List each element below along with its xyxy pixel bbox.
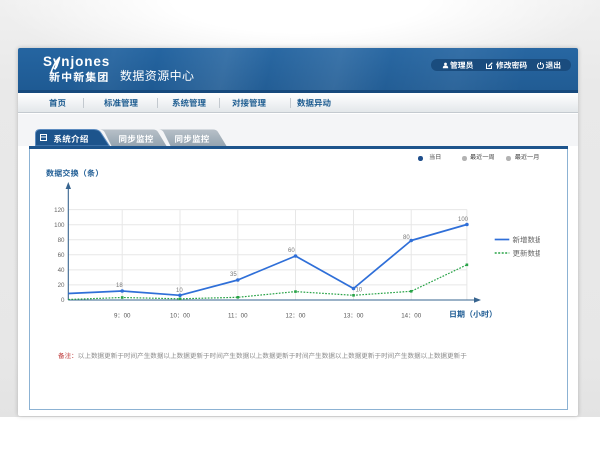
svg-text:新增数据: 新增数据	[513, 236, 541, 245]
svg-text:35: 35	[230, 272, 237, 278]
svg-text:20: 20	[58, 282, 65, 289]
svg-text:9：00: 9：00	[114, 313, 131, 320]
svg-text:80: 80	[403, 235, 410, 241]
svg-text:0: 0	[61, 297, 65, 304]
svg-text:日期（小时）: 日期（小时）	[449, 310, 497, 319]
svg-text:更新数据: 更新数据	[513, 249, 541, 258]
svg-text:40: 40	[58, 267, 65, 274]
svg-text:11：00: 11：00	[228, 313, 248, 320]
svg-text:10: 10	[356, 288, 363, 294]
svg-text:12：00: 12：00	[286, 313, 307, 320]
svg-text:13：00: 13：00	[344, 313, 365, 320]
svg-text:14：00: 14：00	[401, 313, 422, 320]
svg-text:10：00: 10：00	[170, 313, 191, 320]
svg-text:60: 60	[58, 252, 65, 259]
svg-text:60: 60	[288, 248, 295, 254]
svg-text:80: 80	[58, 237, 65, 244]
svg-text:18: 18	[116, 283, 123, 289]
svg-text:10: 10	[176, 288, 183, 294]
svg-text:100: 100	[458, 217, 469, 223]
svg-text:100: 100	[54, 222, 65, 229]
svg-text:120: 120	[54, 207, 65, 214]
